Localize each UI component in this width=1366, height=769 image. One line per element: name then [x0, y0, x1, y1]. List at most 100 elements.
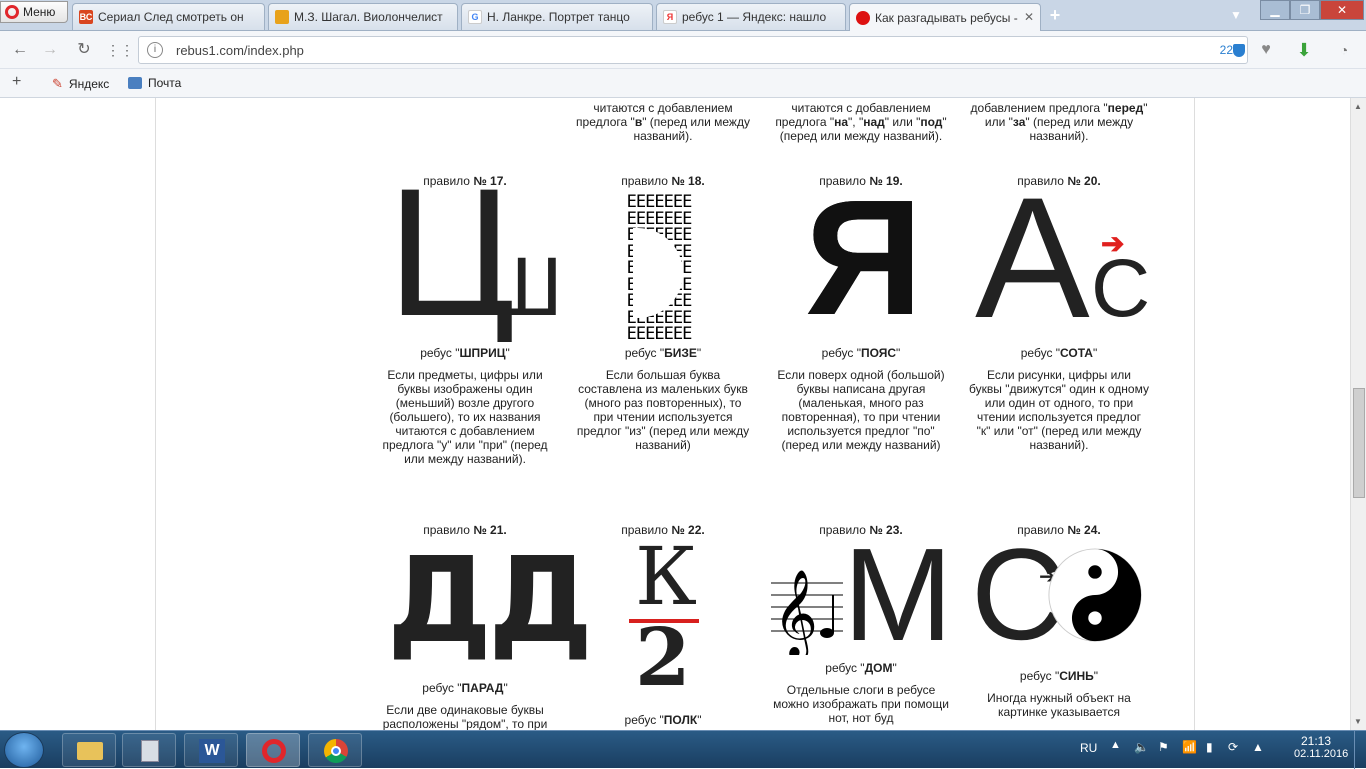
rule-description: Отдельные слоги в ребусе можно изображат… [773, 683, 949, 725]
back-icon[interactable]: ← [10, 40, 30, 60]
fragment-text: или [984, 115, 1009, 129]
drive-icon[interactable]: ▲ [1252, 740, 1264, 754]
rebus-answer: ребус "БИЗЕ" [624, 346, 702, 360]
rule-description: Если предметы, цифры или буквы изображен… [382, 368, 548, 466]
bookmark-label: Почта [148, 76, 182, 90]
menu-label: Меню [23, 5, 56, 19]
start-button[interactable] [4, 732, 44, 768]
answer-prefix: ребус [422, 681, 454, 695]
forward-icon[interactable]: → [40, 40, 60, 60]
glyph-small-sh: Ш [480, 244, 564, 334]
sync-icon[interactable]: ⟳ [1228, 740, 1238, 754]
answer-word: ПАРАД [461, 681, 504, 695]
tab-5-active[interactable]: Как разгадывать ребусы - ✕ [849, 3, 1041, 31]
address-bar[interactable]: i rebus1.com/index.php 22 [138, 36, 1248, 64]
tab-1[interactable]: ВС Сериал След смотреть он [72, 3, 265, 30]
grid-row: ЕЕЕЕЕЕЕ [626, 324, 693, 344]
site-info-icon[interactable]: i [147, 42, 163, 58]
close-window-icon[interactable]: ✕ [1320, 0, 1364, 20]
chrome-icon [324, 739, 348, 763]
rule-18: правило № 18. ЕЕЕЕЕЕЕ ЕЕЕЕЕЕЕ ЕЕЕЕЕЕЕ ЕЕ… [573, 174, 753, 452]
site-favicon-icon [856, 10, 870, 25]
tab-bar: Меню ВС Сериал След смотреть он М.З. Шаг… [0, 0, 1366, 31]
show-desktop-button[interactable] [1354, 731, 1366, 769]
rule-22: правило № 22. К 2 ребус "ПОЛК" [573, 523, 753, 727]
tab-4[interactable]: Я ребус 1 — Яндекс: нашло [656, 3, 846, 30]
fragment-text: или [889, 115, 917, 129]
tab-3[interactable]: G Н. Ланкре. Портрет танцо [461, 3, 653, 30]
folder-icon [77, 742, 103, 760]
update-icon[interactable]: ◔ [1334, 40, 1354, 60]
yin-yang-icon [1048, 548, 1142, 642]
rule-23: правило № 23. 𝄞 М ребус "ДОМ" Отдельные … [771, 521, 953, 725]
minimize-icon[interactable]: ▁ [1260, 0, 1290, 20]
close-tab-icon[interactable]: ✕ [1024, 10, 1034, 24]
glyph-small-s: С [1091, 243, 1151, 334]
bookmark-pochta[interactable]: Почта [128, 76, 181, 90]
tab-2[interactable]: М.З. Шагал. Виолончелист [268, 3, 458, 30]
bookmark-yandex[interactable]: ✎ Яндекс [52, 76, 109, 92]
rule-number: № 18. [671, 174, 705, 188]
yandex-favicon-icon: Я [663, 10, 677, 24]
rebus-image-24: С ➔ [969, 529, 1149, 669]
fragment-bold: перед [1107, 101, 1144, 115]
scroll-down-icon[interactable]: ▼ [1354, 717, 1362, 726]
opera-icon [262, 739, 286, 763]
answer-word: ПОЛК [663, 713, 698, 727]
tab-menu-icon[interactable]: ▼ [1230, 8, 1242, 22]
rule-24: правило № 24. С ➔ ребус "СИНЬ" Иногда ну… [969, 523, 1149, 719]
word-taskbar-icon[interactable]: W [184, 733, 238, 767]
download-icon[interactable]: ⬇ [1294, 40, 1314, 60]
clock[interactable]: 21:13 02.11.2016 [1294, 734, 1348, 760]
fragment-text: (перед или между названий). [779, 129, 943, 143]
glyph-m: М [843, 521, 953, 668]
fragment-bold: под [920, 115, 943, 129]
google-favicon-icon: G [468, 10, 482, 24]
battery-icon[interactable]: ▮ [1206, 740, 1213, 754]
calculator-taskbar-icon[interactable] [122, 733, 176, 767]
treble-clef-staff-icon: 𝄞 [771, 568, 843, 655]
chrome-taskbar-icon[interactable] [308, 733, 362, 767]
opera-taskbar-icon[interactable] [246, 733, 300, 767]
url-text: rebus1.com/index.php [176, 43, 304, 58]
answer-word: БИЗЕ [664, 346, 697, 360]
heart-icon[interactable]: ♥ [1256, 40, 1276, 60]
explorer-taskbar-icon[interactable] [62, 733, 116, 767]
rebus-content: читаются с добавлением предлога "в" (пер… [155, 98, 1195, 730]
tab-title: Н. Ланкре. Портрет танцо [487, 10, 630, 24]
scroll-up-icon[interactable]: ▲ [1354, 102, 1362, 111]
shield-icon[interactable] [1233, 44, 1245, 57]
yandex-bookmark-icon: ✎ [52, 76, 63, 91]
scrollbar-thumb[interactable] [1353, 388, 1365, 498]
glyph-two: 2 [635, 610, 691, 704]
speed-dial-icon[interactable]: ⋮⋮ [106, 40, 134, 60]
vc-favicon-icon: ВС [79, 10, 93, 24]
rule-20: правило № 20. А С ➔ ребус "СОТА" Если ри… [969, 162, 1151, 452]
vertical-scrollbar[interactable]: ▲ ▼ [1350, 98, 1366, 730]
rule-description: Если большая буква составлена из маленьк… [576, 368, 750, 452]
new-tab-icon[interactable]: + [1046, 6, 1064, 24]
rebus-answer: ребус "ПАРАД" [422, 681, 508, 695]
rebus-image-21: ДД [375, 537, 593, 681]
answer-prefix: ребус [1019, 669, 1052, 683]
glyph-ya-pattern: Я [805, 166, 923, 349]
volume-icon[interactable]: 🔈 [1134, 740, 1149, 754]
clock-date: 02.11.2016 [1294, 748, 1349, 760]
arrow-right-icon: ➔ [1101, 228, 1125, 259]
glyph-big-a: А [975, 162, 1090, 354]
opera-menu-button[interactable]: Меню [0, 1, 68, 23]
clock-time: 21:13 [1300, 734, 1332, 748]
maximize-icon[interactable]: ❐ [1290, 0, 1320, 20]
rule-description: Иногда нужный объект на картинке указыва… [987, 691, 1131, 719]
rebus-image-22: К 2 [573, 537, 753, 713]
rebus-image-18: ЕЕЕЕЕЕЕ ЕЕЕЕЕЕЕ ЕЕЕЕЕЕЕ ЕЕЕЕЕЕЕ ЕЕЕЕЕЕЕ … [573, 188, 753, 346]
tray-expand-icon[interactable]: ▲ [1110, 739, 1121, 751]
tab-title: ребус 1 — Яндекс: нашло [682, 10, 827, 24]
network-icon[interactable]: 📶 [1182, 740, 1197, 754]
rule-prefix: правило [621, 174, 668, 188]
fragment-bold: за [1012, 115, 1026, 129]
language-indicator[interactable]: RU [1080, 741, 1097, 755]
reload-icon[interactable]: ↻ [74, 40, 94, 60]
flag-icon[interactable]: ⚑ [1158, 740, 1169, 754]
add-bookmark-icon[interactable]: + [12, 73, 21, 91]
